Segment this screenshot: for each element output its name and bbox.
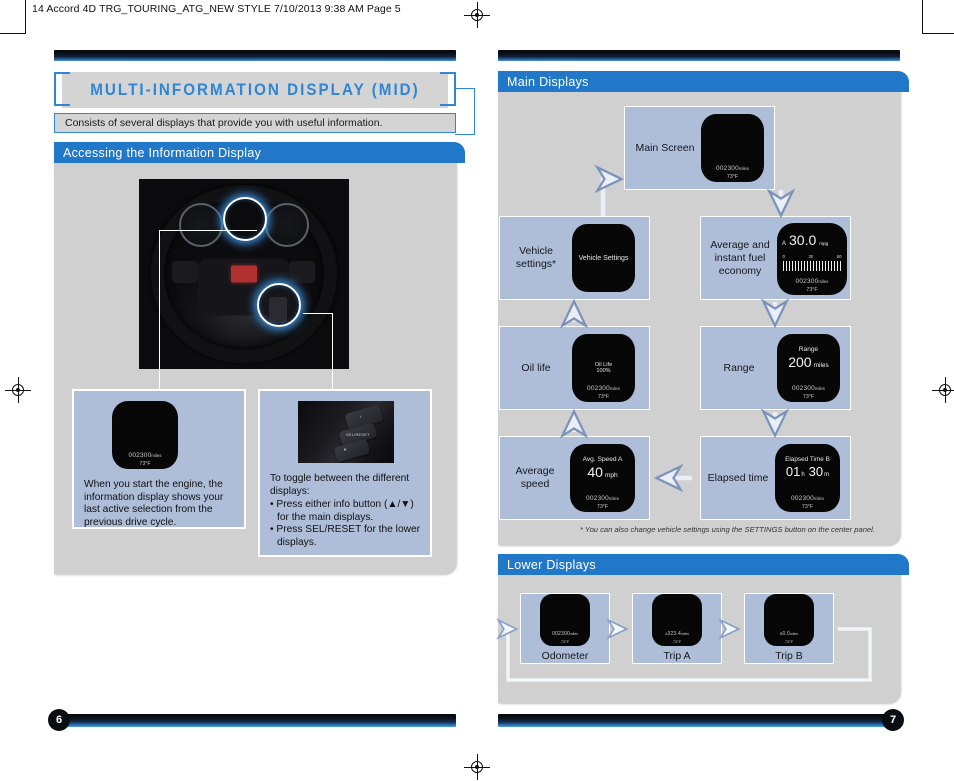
highlight-circle-display (223, 197, 267, 241)
page-number-left: 6 (48, 709, 70, 731)
left-page: MULTI-INFORMATION DISPLAY (MID) Consists… (0, 0, 477, 781)
odometer-value: 002300 (128, 452, 152, 459)
mid-footer-startup: 002300miles 73°F (112, 444, 178, 467)
leader-line-top (159, 230, 257, 232)
info-text-startup: When you start the engine, the informati… (84, 479, 224, 528)
info-down-button-label: ▼ (343, 447, 348, 452)
title-connector-line (455, 88, 475, 135)
instrument-gauge-left (179, 203, 223, 247)
main-displays-panel: Main Displays Main Screen 002300miles 73… (498, 71, 909, 545)
info-box-startup: 002300miles 73°F When you start the engi… (72, 389, 246, 529)
left-page-bottom-rule (54, 714, 456, 727)
left-wheel-controls (172, 261, 198, 283)
info-text-toggle-intro: To toggle between the different displays… (270, 473, 410, 497)
arrow-trip-b-loopback (508, 629, 872, 682)
leader-line-right-vertical (332, 313, 334, 391)
page-subtitle: Consists of several displays that provid… (54, 113, 456, 133)
left-page-top-rule (54, 50, 456, 61)
temperature-value: 73°F (139, 461, 151, 467)
steering-control-photo: i SEL/RESET ▼ (298, 401, 394, 463)
lower-displays-flow-arrows (498, 554, 872, 682)
mid-title-block: MULTI-INFORMATION DISPLAY (MID) (54, 72, 456, 108)
info-text-toggle-bullets: • Press either info button (▲/▼) for the… (270, 499, 428, 549)
main-displays-flow-arrows (498, 71, 900, 545)
accessing-display-heading: Accessing the Information Display (54, 142, 465, 163)
right-wheel-controls (289, 261, 315, 283)
odometer-unit: miles (151, 453, 162, 458)
bullet-sel-reset: • Press SEL/RESET for the lower displays… (270, 524, 421, 548)
mid-screen-startup: 002300miles 73°F (112, 401, 178, 469)
page-title: MULTI-INFORMATION DISPLAY (MID) (90, 80, 420, 99)
instrument-gauge-right (265, 203, 309, 247)
info-up-button-label: i (360, 414, 362, 419)
lower-displays-panel: Lower Displays 002300miles 73°F Odometer… (498, 554, 909, 703)
page-number-right: 7 (882, 709, 904, 731)
steering-wheel-photo (139, 179, 349, 369)
right-page-top-rule (498, 50, 900, 61)
highlight-circle-buttons (257, 283, 301, 327)
honda-logo (231, 265, 257, 283)
leader-line-right (303, 313, 333, 315)
info-box-toggle: i SEL/RESET ▼ To toggle between the diff… (258, 389, 432, 557)
leader-line-left-vertical (159, 230, 161, 390)
sel-reset-button-label: SEL/RESET (346, 432, 370, 437)
main-displays-footnote: * You can also change vehicle settings u… (580, 525, 875, 534)
right-page: Main Displays Main Screen 002300miles 73… (477, 0, 954, 781)
title-bracket-left (54, 72, 70, 106)
bullet-info-button: • Press either info button (▲/▼) for the… (270, 499, 414, 523)
title-bracket-right (440, 72, 456, 106)
arrow-main-to-vehicle-settings (603, 179, 618, 216)
right-page-bottom-rule (498, 714, 900, 727)
